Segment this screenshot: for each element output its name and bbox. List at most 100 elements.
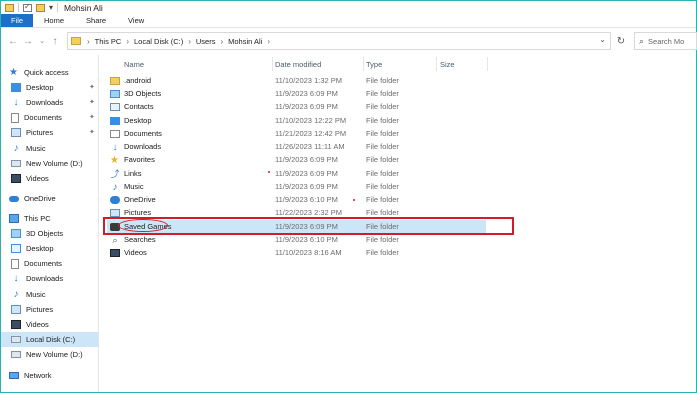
customize-quick-access-icon[interactable]: ▾ <box>49 3 53 12</box>
table-row[interactable]: Videos 11/10/2023 8:16 AM File folder <box>107 246 486 259</box>
nav-item-pictures[interactable]: Pictures ✦ <box>1 125 98 140</box>
file-name: Favorites <box>124 155 155 164</box>
links-icon: ⤴ <box>110 168 120 179</box>
nav-item-3d-objects[interactable]: 3D Objects <box>1 226 98 241</box>
file-date: 11/9/2023 6:09 PM <box>275 169 338 178</box>
pin-icon: ✦ <box>89 99 95 106</box>
nav-item-new-volume[interactable]: New Volume (D:) <box>1 156 98 171</box>
column-divider[interactable] <box>487 57 488 71</box>
file-name: Pictures <box>124 208 152 217</box>
file-date: 11/9/2023 6:09 PM <box>275 102 338 111</box>
chevron-right-icon[interactable]: › <box>126 37 129 46</box>
nav-item-local-disk[interactable]: Local Disk (C:) <box>1 332 98 347</box>
back-arrow-icon[interactable]: ← <box>6 34 20 48</box>
divider <box>18 3 19 12</box>
nav-label: Pictures <box>26 305 54 314</box>
table-row[interactable]: OneDrive 11/9/2023 6:10 PM File folder <box>107 193 486 206</box>
window-title: Mohsin Ali <box>64 2 103 13</box>
nav-label: Pictures <box>26 128 54 137</box>
table-row[interactable]: Contacts 11/9/2023 6:09 PM File folder <box>107 100 486 113</box>
annotation-circle <box>118 219 168 232</box>
chevron-right-icon[interactable]: › <box>267 37 270 46</box>
tab-share[interactable]: Share <box>75 14 117 27</box>
table-row[interactable]: .android 11/10/2023 1:32 PM File folder <box>107 74 486 87</box>
nav-item-pictures-pc[interactable]: Pictures <box>1 302 98 317</box>
chevron-down-icon[interactable]: ⌄ <box>599 35 606 44</box>
nav-item-music[interactable]: ♪ Music <box>1 141 98 156</box>
drive-icon <box>11 351 21 358</box>
recent-locations-icon[interactable]: ⌄ <box>35 34 49 48</box>
nav-label: Quick access <box>24 68 69 77</box>
nav-item-music-pc[interactable]: ♪ Music <box>1 287 98 302</box>
forward-arrow-icon[interactable]: → <box>21 34 35 48</box>
nav-item-documents[interactable]: Documents ✦ <box>1 110 98 125</box>
file-name: OneDrive <box>124 195 156 204</box>
nav-label: Videos <box>26 320 49 329</box>
table-row[interactable]: ♪ Music 11/9/2023 6:09 PM File folder <box>107 180 486 193</box>
address-bar[interactable]: › This PC › Local Disk (C:) › Users › Mo… <box>67 32 611 50</box>
nav-item-this-pc[interactable]: This PC <box>1 211 98 226</box>
file-name: Contacts <box>124 102 154 111</box>
nav-item-desktop[interactable]: Desktop ✦ <box>1 80 98 95</box>
breadcrumb-local-disk[interactable]: Local Disk (C:) <box>134 37 183 46</box>
divider <box>57 3 59 12</box>
nav-item-onedrive[interactable]: OneDrive <box>1 191 98 206</box>
table-row[interactable]: Desktop 11/10/2023 12:22 PM File folder <box>107 114 486 127</box>
chevron-right-icon[interactable]: › <box>188 37 191 46</box>
file-date: 11/21/2023 12:42 PM <box>275 129 347 138</box>
column-divider[interactable] <box>436 57 437 71</box>
nav-item-videos-pc[interactable]: Videos <box>1 317 98 332</box>
column-header-name[interactable]: Name <box>124 57 144 71</box>
file-type: File folder <box>366 248 399 257</box>
nav-label: Local Disk (C:) <box>26 335 76 344</box>
chevron-right-icon[interactable]: › <box>220 37 223 46</box>
title-bar: ▾ Mohsin Ali <box>1 1 696 14</box>
desktop-icon <box>11 244 21 253</box>
new-folder-icon[interactable] <box>36 3 45 12</box>
refresh-icon[interactable]: ↻ <box>613 33 629 49</box>
column-divider[interactable] <box>272 57 273 71</box>
table-row[interactable]: ⤴ Links 11/9/2023 6:09 PM File folder <box>107 167 486 180</box>
breadcrumb-current-folder[interactable]: Mohsin Ali <box>228 37 262 46</box>
column-header-date[interactable]: Date modified <box>275 57 321 71</box>
onedrive-icon <box>110 195 120 204</box>
nav-item-quick-access[interactable]: ★ Quick access <box>1 65 98 80</box>
tab-home[interactable]: Home <box>33 14 75 27</box>
table-row[interactable]: Documents 11/21/2023 12:42 PM File folde… <box>107 127 486 140</box>
tab-file[interactable]: File <box>1 14 33 27</box>
nav-label: Music <box>26 290 46 299</box>
breadcrumb-users[interactable]: Users <box>196 37 216 46</box>
column-header-size[interactable]: Size <box>440 57 455 71</box>
file-type: File folder <box>366 142 399 151</box>
properties-icon[interactable] <box>23 2 32 12</box>
nav-item-documents-pc[interactable]: Documents <box>1 256 98 271</box>
address-row: ← → ⌄ ↑ › This PC › Local Disk (C:) › Us… <box>1 29 697 53</box>
pin-icon: ✦ <box>89 114 95 121</box>
videos-icon <box>11 174 21 183</box>
chevron-right-icon[interactable]: › <box>87 37 90 46</box>
breadcrumb-this-pc[interactable]: This PC <box>95 37 122 46</box>
search-placeholder: Search Mo <box>648 36 685 46</box>
search-icon: ⌕ <box>639 35 645 46</box>
file-name: Videos <box>124 248 147 257</box>
nav-item-downloads[interactable]: ↓ Downloads ✦ <box>1 95 98 110</box>
nav-label: Music <box>26 144 46 153</box>
pictures-icon <box>11 305 21 314</box>
column-divider[interactable] <box>363 57 364 71</box>
table-row[interactable]: 3D Objects 11/9/2023 6:09 PM File folder <box>107 87 486 100</box>
documents-icon <box>110 129 120 138</box>
column-header-type[interactable]: Type <box>366 57 382 71</box>
tab-view[interactable]: View <box>117 14 155 27</box>
table-row[interactable]: ↓ Downloads 11/26/2023 11:11 AM File fold… <box>107 140 486 153</box>
nav-item-downloads-pc[interactable]: ↓ Downloads <box>1 271 98 286</box>
onedrive-icon <box>9 195 19 202</box>
table-row[interactable]: ★ Favorites 11/9/2023 6:09 PM File folder <box>107 153 486 166</box>
nav-item-videos[interactable]: Videos <box>1 171 98 186</box>
file-name: Links <box>124 169 142 178</box>
nav-item-new-volume-pc[interactable]: New Volume (D:) <box>1 347 98 362</box>
nav-item-network[interactable]: Network <box>1 368 98 383</box>
nav-label: This PC <box>24 214 51 223</box>
nav-item-desktop-pc[interactable]: Desktop <box>1 241 98 256</box>
search-input[interactable]: ⌕ Search Mo <box>634 32 697 50</box>
up-arrow-icon[interactable]: ↑ <box>48 34 62 48</box>
